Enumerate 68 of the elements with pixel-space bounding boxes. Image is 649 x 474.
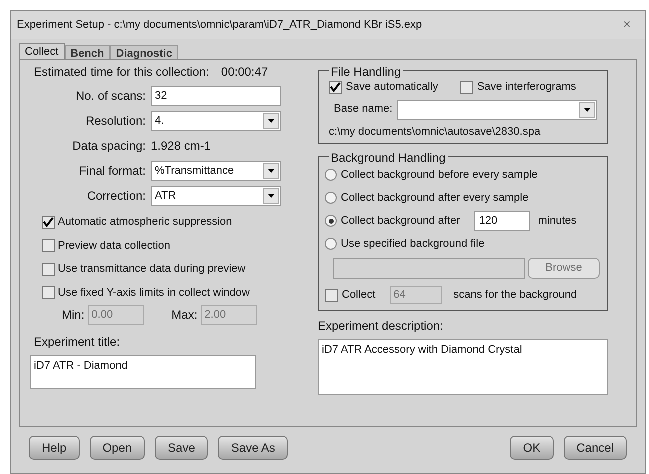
file-field[interactable]	[333, 258, 525, 279]
field-label: Estimated time for this collection:	[34, 64, 210, 81]
field-label: Min:	[62, 307, 85, 324]
checkbox-label: Collect	[342, 288, 376, 303]
checkbox[interactable]	[42, 262, 55, 276]
dropdown-button[interactable]	[263, 188, 279, 204]
tab[interactable]: Collect	[19, 43, 65, 59]
field-value: 1.928 cm-1	[151, 138, 212, 155]
checkbox-label: Save automatically	[346, 80, 438, 95]
radio-label: Collect background after every sample	[341, 190, 529, 206]
field-label: Experiment description:	[318, 318, 444, 335]
description-field[interactable]: iD7 ATR Accessory with Diamond Crystal	[318, 339, 608, 395]
caret-icon	[584, 108, 590, 112]
dropdown-field[interactable]: %Transmittance	[151, 161, 281, 181]
field-value: 00:00:47	[221, 64, 268, 81]
checkbox[interactable]	[42, 216, 55, 229]
checkbox-label: Preview data collection	[58, 238, 171, 254]
radio-button[interactable]	[325, 215, 337, 227]
tab[interactable]: Bench	[64, 45, 110, 59]
dialog-button[interactable]: OK	[510, 436, 554, 460]
input-field[interactable]: 120	[474, 211, 530, 231]
dialog-button[interactable]: Cancel	[564, 436, 627, 460]
caret-icon	[268, 169, 274, 173]
dialog-button[interactable]: Save	[155, 436, 208, 460]
radio-button[interactable]	[325, 192, 337, 204]
radio-label: Use specified background file	[341, 236, 485, 252]
radio-button[interactable]	[325, 169, 337, 181]
dropdown-field[interactable]	[396, 100, 597, 120]
dialog-button[interactable]: Save As	[218, 436, 288, 460]
caret-icon	[268, 194, 274, 198]
caret-icon	[268, 119, 274, 123]
file-path: c:\my documents\omnic\autosave\2830.spa	[329, 124, 542, 140]
checkbox[interactable]	[42, 286, 55, 300]
radio-label: Collect background before every sample	[341, 168, 538, 183]
field-label: Final format:	[78, 163, 147, 180]
checkbox-label: Save interferograms	[477, 80, 576, 95]
tab[interactable]: Diagnostic	[110, 45, 178, 59]
field-label: No. of scans:	[74, 88, 147, 105]
unit-label: minutes	[538, 214, 577, 229]
field-label: Data spacing:	[72, 138, 147, 155]
checkbox[interactable]	[460, 80, 474, 94]
checkbox[interactable]	[329, 80, 342, 94]
field-label: Resolution:	[84, 113, 147, 130]
field-label: scans for the background	[454, 288, 578, 303]
dialog-button[interactable]: Help	[29, 436, 80, 460]
field-label: Experiment title:	[33, 334, 122, 351]
radio-label: Collect background after	[341, 214, 460, 229]
dropdown-button[interactable]	[263, 113, 279, 129]
window-title: Experiment Setup - c:\my documents\omnic\param\iD7_ATR_Diamond KBr iS5.exp	[17, 18, 422, 33]
dropdown-button[interactable]	[579, 102, 595, 118]
checkbox[interactable]	[325, 288, 338, 302]
dropdown-button[interactable]	[263, 163, 279, 179]
field-label: Correction:	[86, 188, 147, 205]
field-label: Base name:	[334, 102, 393, 118]
dropdown-field[interactable]: 4.	[151, 111, 281, 131]
title-field[interactable]: iD7 ATR - Diamond	[30, 355, 256, 389]
checkmark-icon	[330, 82, 341, 93]
checkbox-label: Use transmittance data during preview	[58, 262, 246, 277]
dialog-button[interactable]: Open	[90, 436, 146, 460]
checkbox-label: Use fixed Y-axis limits in collect window	[58, 286, 250, 300]
input-field[interactable]: 32	[151, 86, 281, 106]
field-label: Max:	[172, 307, 198, 324]
close-button[interactable]: ✕	[615, 18, 639, 32]
checkmark-icon	[43, 216, 54, 228]
checkbox[interactable]	[42, 239, 55, 252]
checkbox-label: Automatic atmospheric suppression	[58, 215, 232, 230]
radio-button[interactable]	[325, 238, 337, 250]
dropdown-field[interactable]: ATR	[151, 186, 281, 206]
